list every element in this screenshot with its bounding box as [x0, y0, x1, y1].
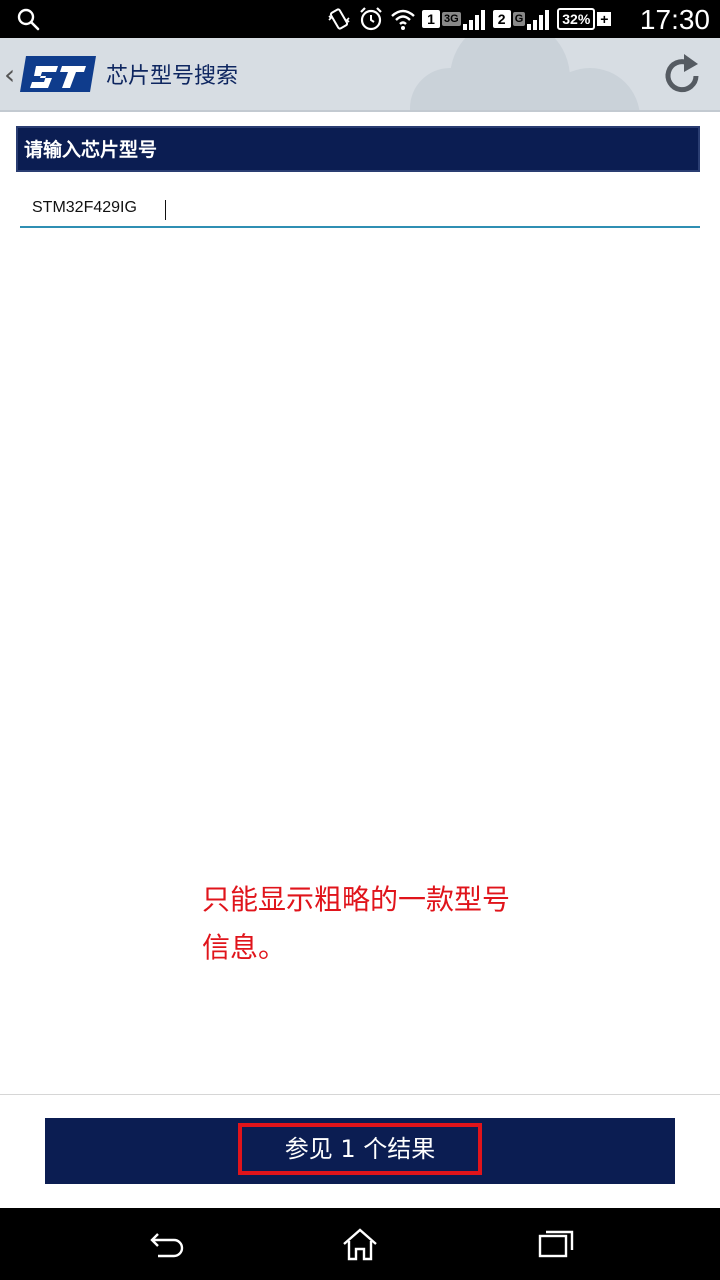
battery-level: 32% — [557, 8, 596, 30]
search-icon — [17, 8, 40, 31]
back-icon[interactable]: ‹ — [4, 58, 15, 91]
nav-recents-icon[interactable] — [536, 1226, 576, 1262]
nav-back-icon[interactable] — [146, 1226, 186, 1262]
st-logo[interactable] — [18, 50, 98, 98]
vibrate-icon — [328, 8, 350, 30]
annotation-note: 只能显示粗略的一款型号 信息。 — [202, 876, 562, 972]
page-title: 芯片型号搜索 — [106, 64, 239, 89]
status-bar: 1 3G 2 G 32% + 17:30 — [0, 0, 720, 38]
sim2-label: 2 — [492, 10, 511, 28]
wifi-icon — [391, 9, 415, 30]
background-decoration — [410, 38, 640, 110]
text-cursor — [165, 200, 166, 220]
annotation-line-1: 只能显示粗略的一款型号 — [202, 883, 511, 916]
sim2-indicator: 2 G — [492, 8, 552, 30]
see-results-label[interactable]: 参见 1 个结果 — [238, 1123, 482, 1175]
sim1-indicator: 1 3G — [422, 8, 487, 30]
chip-model-input[interactable] — [20, 190, 700, 228]
search-header: 请输入芯片型号 — [16, 126, 700, 172]
refresh-icon[interactable] — [658, 52, 706, 100]
divider — [0, 1094, 720, 1095]
battery-icon: 32% + — [557, 8, 612, 30]
signal-icon — [527, 10, 550, 30]
annotation-line-2: 信息。 — [202, 931, 287, 964]
action-bar: ‹ 芯片型号搜索 — [0, 38, 720, 112]
sim1-network: 3G — [442, 12, 461, 26]
nav-home-icon[interactable] — [340, 1226, 380, 1262]
clock: 17:30 — [639, 4, 710, 35]
signal-icon — [462, 10, 485, 30]
charging-icon: + — [597, 12, 612, 26]
alarm-icon — [360, 7, 382, 31]
navigation-bar — [0, 1208, 720, 1280]
sim2-network: G — [512, 12, 526, 26]
sim1-label: 1 — [422, 10, 440, 28]
search-field-container — [20, 190, 700, 230]
